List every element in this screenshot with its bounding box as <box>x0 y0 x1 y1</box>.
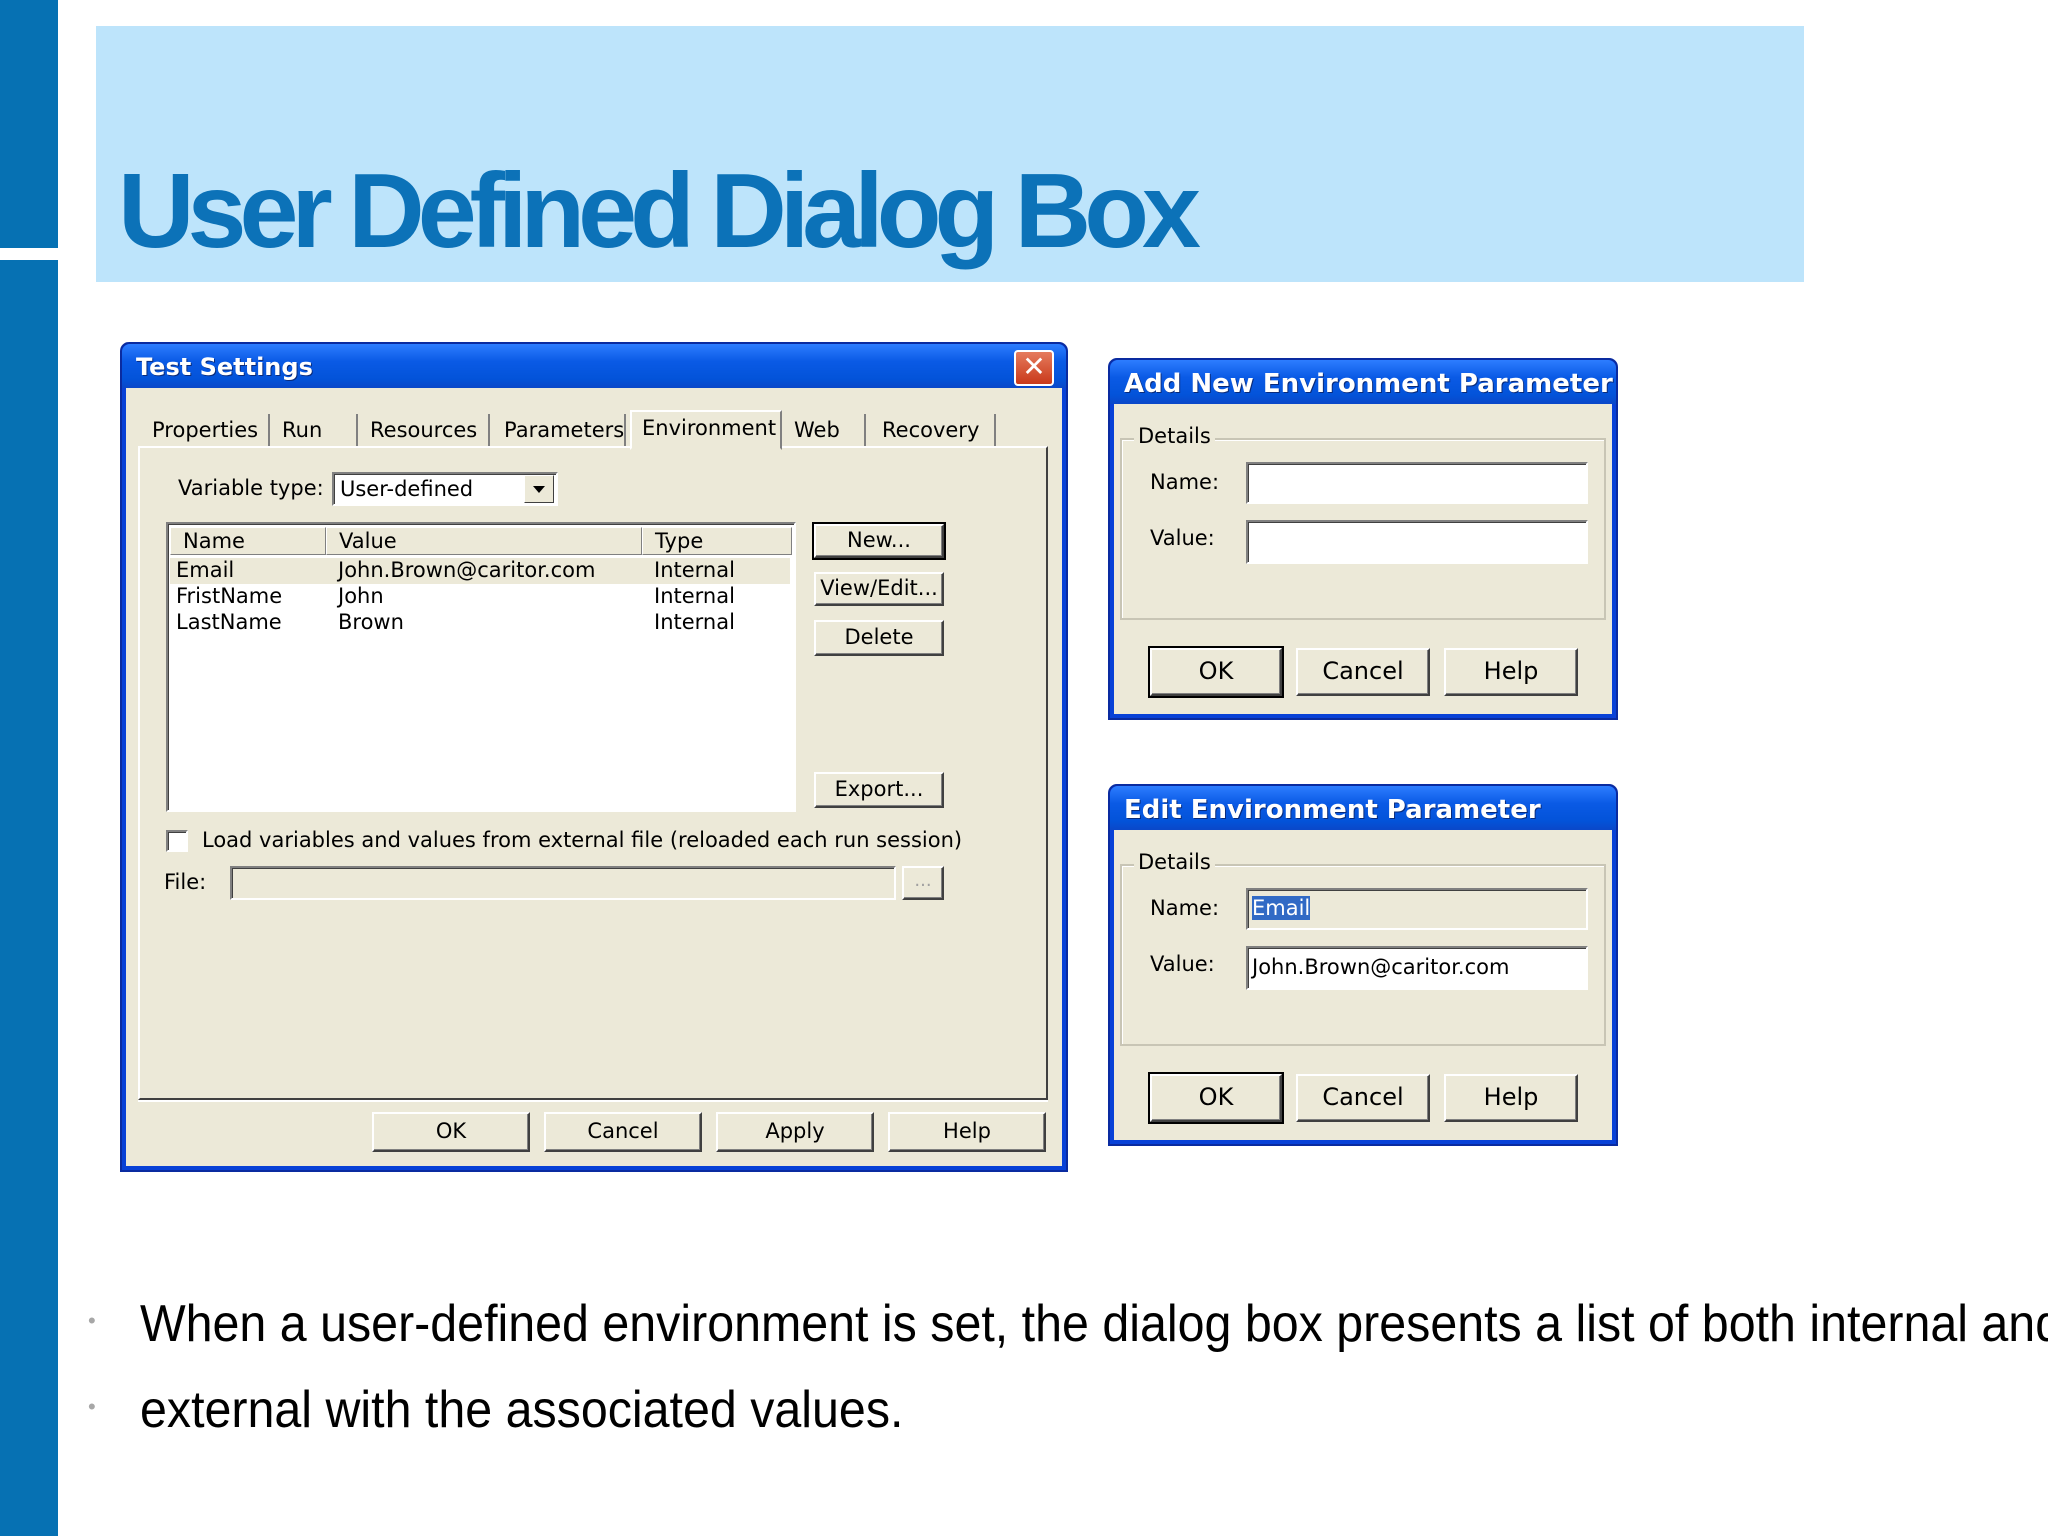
slide-title: User Defined Dialog Box <box>118 152 1201 270</box>
cell-value: John <box>338 584 384 608</box>
help-button[interactable]: Help <box>888 1112 1046 1152</box>
edit-ok-button[interactable]: OK <box>1148 1072 1284 1124</box>
view-edit-button[interactable]: View/Edit... <box>814 572 944 606</box>
edit-value-input[interactable]: John.Brown@caritor.com <box>1246 946 1588 990</box>
cell-name: FristName <box>176 584 283 608</box>
cell-name: LastName <box>176 610 282 634</box>
ok-button[interactable]: OK <box>372 1112 530 1152</box>
variable-type-select[interactable]: User-defined <box>332 472 558 506</box>
add-parameter-title: Add New Environment Parameter <box>1124 369 1613 399</box>
cancel-button[interactable]: Cancel <box>544 1112 702 1152</box>
load-from-file-checkbox[interactable] <box>166 830 188 852</box>
column-header-value[interactable]: Value <box>326 527 642 555</box>
add-help-button[interactable]: Help <box>1444 648 1578 696</box>
test-settings-title: Test Settings <box>136 353 313 381</box>
bullet-dot: • <box>88 1308 96 1333</box>
add-parameter-titlebar[interactable]: Add New Environment Parameter <box>1110 360 1616 404</box>
test-settings-titlebar[interactable]: Test Settings ✕ <box>122 344 1066 388</box>
variable-type-label: Variable type: <box>178 476 324 500</box>
tab-recovery[interactable]: Recovery <box>872 414 996 446</box>
file-path-field[interactable] <box>230 866 896 900</box>
add-value-label: Value: <box>1150 526 1215 550</box>
cell-type: Internal <box>654 558 735 582</box>
bullet-text: When a user-defined environment is set, … <box>140 1295 2048 1353</box>
load-from-file-label: Load variables and values from external … <box>202 828 963 852</box>
add-name-input[interactable] <box>1246 462 1588 504</box>
column-header-type[interactable]: Type <box>642 527 792 555</box>
add-value-input[interactable] <box>1246 520 1588 564</box>
apply-button[interactable]: Apply <box>716 1112 874 1152</box>
edit-name-input[interactable]: Email <box>1246 888 1588 930</box>
cell-type: Internal <box>654 610 735 634</box>
edit-name-label: Name: <box>1150 896 1220 920</box>
add-details-legend: Details <box>1134 424 1215 448</box>
tab-web[interactable]: Web <box>784 414 866 446</box>
edit-parameter-title: Edit Environment Parameter <box>1124 795 1541 825</box>
export-button[interactable]: Export... <box>814 772 944 808</box>
edit-help-button[interactable]: Help <box>1444 1074 1578 1122</box>
cell-value: John.Brown@caritor.com <box>338 558 596 582</box>
edit-parameter-titlebar[interactable]: Edit Environment Parameter <box>1110 786 1616 830</box>
add-cancel-button[interactable]: Cancel <box>1296 648 1430 696</box>
add-ok-button[interactable]: OK <box>1148 646 1284 698</box>
cell-value: Brown <box>338 610 404 634</box>
edit-name-selected-text: Email <box>1252 896 1311 920</box>
slide-sidebar-bar <box>0 0 58 1536</box>
file-label: File: <box>164 870 207 894</box>
tab-environment[interactable]: Environment <box>630 410 782 450</box>
tab-run[interactable]: Run <box>272 414 358 446</box>
chevron-down-icon[interactable] <box>524 475 554 503</box>
bullet-text: external with the associated values. <box>140 1381 904 1439</box>
divider <box>138 1100 1048 1102</box>
cell-type: Internal <box>654 584 735 608</box>
edit-details-legend: Details <box>1134 850 1215 874</box>
column-header-name[interactable]: Name <box>170 527 326 555</box>
slide-sidebar-notch <box>0 248 58 260</box>
bullet-dot: • <box>88 1394 96 1419</box>
variable-type-value: User-defined <box>340 477 474 501</box>
cell-name: Email <box>176 558 235 582</box>
add-name-label: Name: <box>1150 470 1220 494</box>
close-icon[interactable]: ✕ <box>1014 350 1054 386</box>
tab-parameters[interactable]: Parameters <box>494 414 626 446</box>
edit-value-label: Value: <box>1150 952 1215 976</box>
tab-properties[interactable]: Properties <box>142 414 270 446</box>
delete-button[interactable]: Delete <box>814 620 944 656</box>
tab-resources[interactable]: Resources <box>360 414 490 446</box>
new-button[interactable]: New... <box>812 522 946 560</box>
edit-cancel-button[interactable]: Cancel <box>1296 1074 1430 1122</box>
browse-button[interactable]: ... <box>902 866 944 900</box>
